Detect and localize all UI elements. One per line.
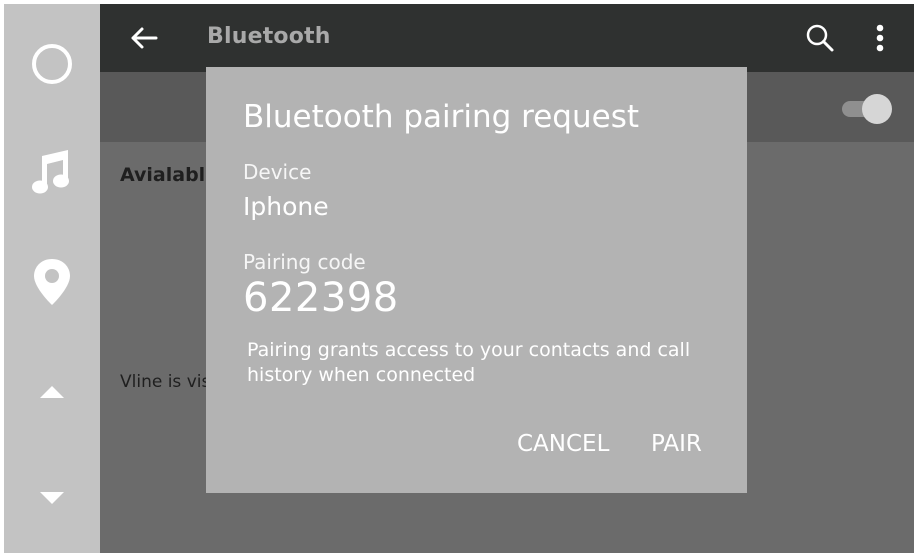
visibility-note: Vline is vis xyxy=(120,372,211,392)
search-button[interactable] xyxy=(796,18,844,58)
music-note-icon xyxy=(32,150,69,194)
app-bar: Bluetooth xyxy=(100,4,914,72)
device-name: Iphone xyxy=(243,192,329,221)
location-button[interactable] xyxy=(4,242,100,322)
device-label: Device xyxy=(243,160,312,184)
page-title: Bluetooth xyxy=(207,24,331,49)
music-button[interactable] xyxy=(4,132,100,212)
arrow-left-icon xyxy=(131,27,158,49)
pairing-note: Pairing grants access to your contacts a… xyxy=(247,339,691,386)
dialog-title: Bluetooth pairing request xyxy=(243,99,640,135)
triangle-down-icon xyxy=(40,492,64,504)
available-devices-heading: Avialable xyxy=(120,164,219,186)
pairing-code-label: Pairing code xyxy=(243,250,366,274)
side-rail xyxy=(4,4,100,553)
bluetooth-toggle[interactable] xyxy=(842,94,894,124)
back-button[interactable] xyxy=(120,18,168,58)
pair-button[interactable]: PAIR xyxy=(643,425,710,463)
home-button[interactable] xyxy=(4,24,100,104)
circle-icon xyxy=(32,44,72,84)
map-pin-icon xyxy=(34,259,70,305)
search-icon xyxy=(806,24,834,52)
cancel-button[interactable]: CANCEL xyxy=(509,425,617,463)
triangle-up-icon xyxy=(40,386,64,398)
more-options-button[interactable] xyxy=(860,18,900,58)
pairing-dialog: Bluetooth pairing request Device Iphone … xyxy=(206,67,747,493)
toggle-thumb xyxy=(862,94,892,124)
pairing-code: 622398 xyxy=(243,275,399,321)
scroll-down-button[interactable] xyxy=(4,466,100,530)
more-vertical-icon xyxy=(876,24,884,52)
scroll-up-button[interactable] xyxy=(4,360,100,424)
